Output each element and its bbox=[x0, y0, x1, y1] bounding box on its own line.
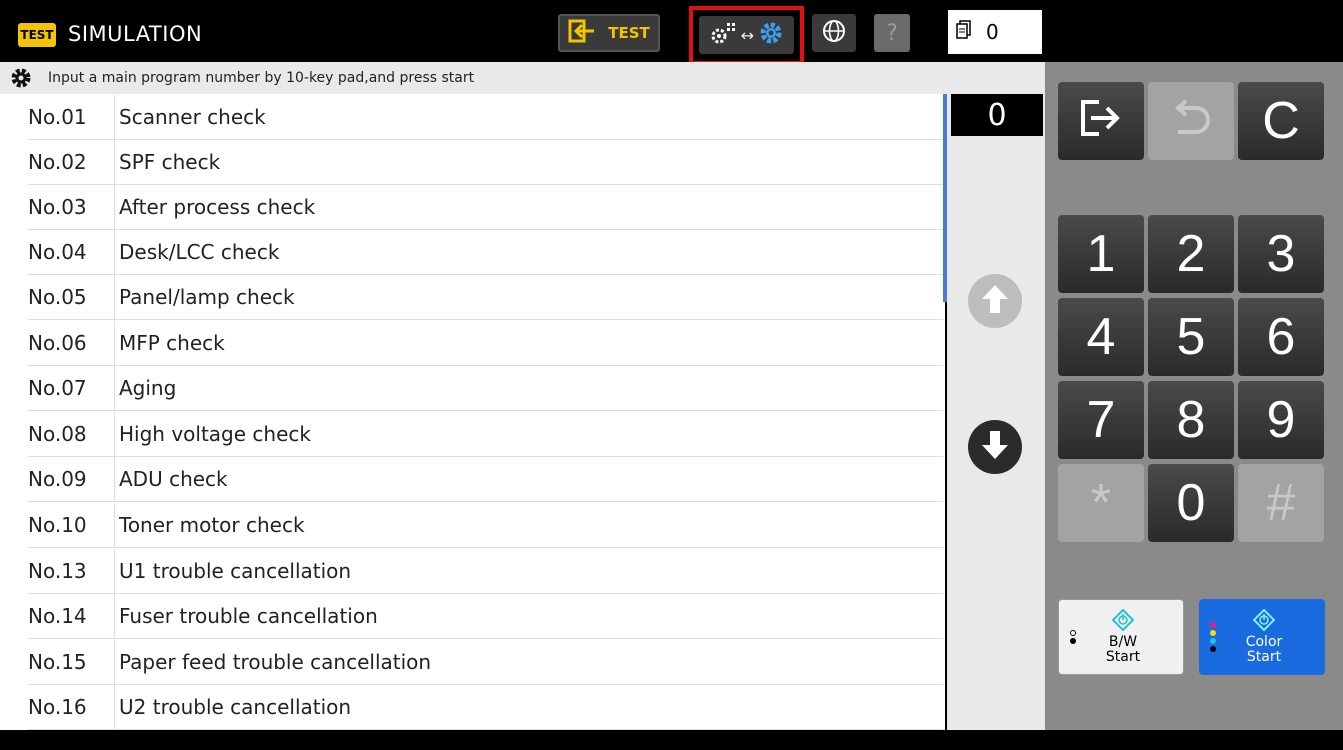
key-1[interactable]: 1 bbox=[1058, 215, 1144, 293]
exit-icon bbox=[1077, 91, 1125, 151]
program-number: No.10 bbox=[28, 513, 87, 537]
arrow-down-icon bbox=[980, 429, 1010, 465]
exit-test-icon bbox=[568, 19, 598, 47]
program-number: No.15 bbox=[28, 650, 87, 674]
program-number: No.16 bbox=[28, 695, 87, 719]
key-asterisk[interactable]: * bbox=[1058, 464, 1144, 542]
job-counter: 0 bbox=[948, 10, 1042, 54]
test-mode-badge: TEST bbox=[18, 23, 56, 47]
program-name: MFP check bbox=[114, 321, 943, 365]
key-7[interactable]: 7 bbox=[1058, 381, 1144, 459]
language-button[interactable] bbox=[812, 14, 856, 52]
program-number: No.05 bbox=[28, 285, 87, 309]
mode-swap-highlight: ↔ bbox=[689, 6, 804, 65]
help-button[interactable]: ? bbox=[874, 14, 910, 52]
program-name: U2 trouble cancellation bbox=[114, 685, 943, 729]
list-item[interactable]: No.01 Scanner check bbox=[28, 95, 943, 140]
program-number: No.06 bbox=[28, 331, 87, 355]
program-name: Toner motor check bbox=[114, 503, 943, 547]
key-3[interactable]: 3 bbox=[1238, 215, 1324, 293]
key-0[interactable]: 0 bbox=[1148, 464, 1234, 542]
bw-start-line2: Start bbox=[1105, 649, 1141, 665]
list-item[interactable]: No.02 SPF check bbox=[28, 140, 943, 185]
undo-icon bbox=[1168, 91, 1214, 151]
counter-value: 0 bbox=[986, 20, 999, 44]
info-bar: Input a main program number by 10-key pa… bbox=[0, 62, 1045, 94]
test-exit-button[interactable]: TEST bbox=[558, 14, 660, 52]
key-4[interactable]: 4 bbox=[1058, 298, 1144, 376]
key-hash[interactable]: # bbox=[1238, 464, 1324, 542]
program-name: Paper feed trouble cancellation bbox=[114, 640, 943, 684]
gears-icon bbox=[709, 20, 737, 50]
key-2[interactable]: 2 bbox=[1148, 215, 1234, 293]
list-item[interactable]: No.08 High voltage check bbox=[28, 412, 943, 457]
list-item[interactable]: No.04 Desk/LCC check bbox=[28, 230, 943, 275]
key-6[interactable]: 6 bbox=[1238, 298, 1324, 376]
scroll-up-button[interactable] bbox=[968, 274, 1022, 328]
start-diamond-icon bbox=[1111, 608, 1135, 635]
mode-swap-button[interactable]: ↔ bbox=[699, 16, 794, 54]
list-item[interactable]: No.15 Paper feed trouble cancellation bbox=[28, 640, 943, 685]
program-name: Scanner check bbox=[114, 95, 943, 139]
arrow-up-icon bbox=[980, 283, 1010, 319]
list-item[interactable]: No.09 ADU check bbox=[28, 457, 943, 502]
bottom-bar bbox=[0, 730, 1343, 750]
list-item[interactable]: No.16 U2 trouble cancellation bbox=[28, 685, 943, 730]
list-item[interactable]: No.13 U1 trouble cancellation bbox=[28, 549, 943, 594]
program-name: Desk/LCC check bbox=[114, 230, 943, 274]
program-number: No.01 bbox=[28, 105, 87, 129]
test-button-label: TEST bbox=[608, 24, 650, 42]
instruction-message: Input a main program number by 10-key pa… bbox=[48, 70, 475, 86]
program-name: Aging bbox=[114, 366, 943, 410]
list-item[interactable]: No.14 Fuser trouble cancellation bbox=[28, 594, 943, 639]
key-9[interactable]: 9 bbox=[1238, 381, 1324, 459]
document-counter-icon bbox=[956, 19, 972, 45]
color-indicator-dots bbox=[1199, 599, 1221, 675]
program-number: No.07 bbox=[28, 376, 87, 400]
bw-start-line1: B/W bbox=[1108, 634, 1138, 650]
number-input-display: 0 bbox=[951, 94, 1043, 136]
program-number: No.08 bbox=[28, 422, 87, 446]
program-list: No.01 Scanner check No.02 SPF check No.03 A… bbox=[0, 94, 945, 730]
program-name: ADU check bbox=[114, 457, 943, 501]
program-number: No.03 bbox=[28, 195, 87, 219]
exit-button[interactable] bbox=[1058, 82, 1144, 160]
start-diamond-icon bbox=[1252, 608, 1276, 635]
scroll-column: 0 bbox=[947, 94, 1045, 730]
program-name: Fuser trouble cancellation bbox=[114, 594, 943, 638]
bw-indicator-dots bbox=[1059, 600, 1081, 674]
undo-button[interactable] bbox=[1148, 82, 1234, 160]
app-title: SIMULATION bbox=[68, 22, 203, 46]
list-item[interactable]: No.03 After process check bbox=[28, 185, 943, 230]
color-start-line1: Color bbox=[1245, 634, 1283, 650]
program-name: After process check bbox=[114, 185, 943, 229]
program-number: No.13 bbox=[28, 559, 87, 583]
keypad-panel: C 1 2 3 4 5 6 7 8 9 * 0 # B/W Start Colo… bbox=[1045, 62, 1343, 730]
color-start-line2: Start bbox=[1246, 649, 1282, 665]
globe-icon bbox=[822, 19, 846, 47]
program-number: No.04 bbox=[28, 240, 87, 264]
list-item[interactable]: No.06 MFP check bbox=[28, 321, 943, 366]
list-item[interactable]: No.07 Aging bbox=[28, 366, 943, 411]
list-item[interactable]: No.05 Panel/lamp check bbox=[28, 275, 943, 320]
scroll-down-button[interactable] bbox=[968, 420, 1022, 474]
program-name: Panel/lamp check bbox=[114, 275, 943, 319]
swap-arrow-icon: ↔ bbox=[740, 25, 755, 45]
program-number: No.02 bbox=[28, 150, 87, 174]
list-item[interactable]: No.10 Toner motor check bbox=[28, 503, 943, 548]
program-name: SPF check bbox=[114, 140, 943, 184]
gear-blue-icon bbox=[758, 20, 784, 50]
program-name: High voltage check bbox=[114, 412, 943, 456]
program-name: U1 trouble cancellation bbox=[114, 549, 943, 593]
bw-start-button[interactable]: B/W Start bbox=[1058, 599, 1184, 675]
color-start-button[interactable]: Color Start bbox=[1199, 599, 1325, 675]
program-number: No.14 bbox=[28, 604, 87, 628]
top-bar: TEST SIMULATION TEST ↔ ? 0 bbox=[0, 0, 1343, 65]
gear-icon bbox=[10, 67, 32, 89]
key-5[interactable]: 5 bbox=[1148, 298, 1234, 376]
key-8[interactable]: 8 bbox=[1148, 381, 1234, 459]
clear-button[interactable]: C bbox=[1238, 82, 1324, 160]
program-number: No.09 bbox=[28, 467, 87, 491]
